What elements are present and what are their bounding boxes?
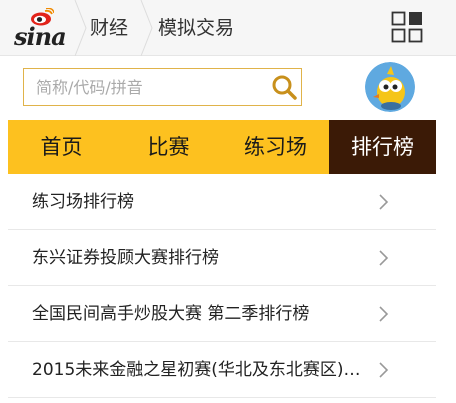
bird-avatar[interactable] [365,62,415,112]
list-item-label: 练习场排行榜 [32,192,134,212]
list-item-practice-ranking[interactable]: 练习场排行榜 [8,174,436,230]
tab-rankings[interactable]: 排行榜 [329,120,436,174]
list-item-label: 2015未来金融之星初赛(华北及东北赛区)排行榜 [32,360,368,380]
breadcrumb-simulated-trading[interactable]: 模拟交易 [158,0,234,56]
breadcrumb-separator [74,0,88,57]
sina-logo[interactable]: sina [14,8,70,51]
list-item-future-finance-ranking[interactable]: 2015未来金融之星初赛(华北及东北赛区)排行榜 [8,342,436,398]
list-item-label: 全国民间高手炒股大赛 第二季排行榜 [32,304,310,324]
tab-contests[interactable]: 比赛 [115,120,222,174]
top-header: sina 财经 模拟交易 [0,0,456,57]
tab-practice[interactable]: 练习场 [222,120,329,174]
breadcrumb-separator [140,0,154,57]
chevron-right-icon [379,194,389,210]
breadcrumb-finance[interactable]: 财经 [90,0,128,56]
ranking-list: 练习场排行榜 东兴证券投顾大赛排行榜 全国民间高手炒股大赛 第二季排行榜 201… [8,174,436,398]
list-item-national-contest-ranking[interactable]: 全国民间高手炒股大赛 第二季排行榜 [8,286,436,342]
chevron-right-icon [379,362,389,378]
logo-text: sina [14,22,67,51]
list-item-label: 东兴证券投顾大赛排行榜 [32,248,219,268]
search-input[interactable] [24,69,264,105]
main-tabs: 首页 比赛 练习场 排行榜 [8,120,436,174]
list-item-dongxing-ranking[interactable]: 东兴证券投顾大赛排行榜 [8,230,436,286]
chevron-right-icon [379,306,389,322]
tab-home[interactable]: 首页 [8,120,115,174]
grid-menu-icon[interactable] [391,11,423,43]
magnifier-icon[interactable] [270,73,298,101]
search-box [23,68,302,106]
chevron-right-icon [379,250,389,266]
